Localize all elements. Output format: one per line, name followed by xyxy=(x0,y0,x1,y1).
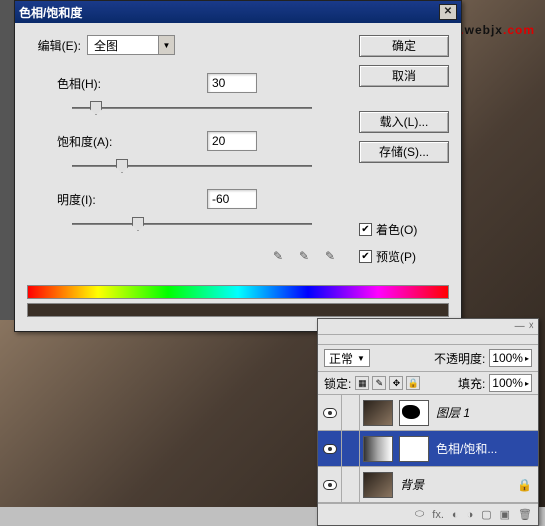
fill-input[interactable]: 100%▸ xyxy=(489,374,532,392)
hue-spectrum-bar xyxy=(27,285,449,299)
visibility-toggle[interactable] xyxy=(318,431,342,466)
layer-row[interactable]: 图层 1 xyxy=(318,395,538,431)
close-icon[interactable]: ✕ xyxy=(439,4,457,20)
lock-icon: 🔒 xyxy=(517,478,532,492)
panel-header[interactable]: — ☓ xyxy=(318,319,538,335)
mask-thumbnail[interactable] xyxy=(399,436,429,462)
lightness-slider[interactable] xyxy=(72,215,312,233)
fill-label: 填充: xyxy=(458,375,485,392)
dialog-title: 色相/饱和度 xyxy=(19,4,439,21)
adjustment-icon[interactable]: ◑ xyxy=(467,509,474,521)
dialog-titlebar[interactable]: 色相/饱和度 ✕ xyxy=(15,1,461,23)
opacity-label: 不透明度: xyxy=(434,350,485,367)
saturation-label: 饱和度(A): xyxy=(57,133,207,150)
eye-icon xyxy=(323,444,337,454)
lightness-input[interactable] xyxy=(207,189,257,209)
lock-label: 锁定: xyxy=(324,375,351,392)
visibility-toggle[interactable] xyxy=(318,467,342,502)
edit-combobox[interactable]: 全图 ▼ xyxy=(87,35,175,55)
folder-icon[interactable]: ▢ xyxy=(481,508,491,521)
slider-thumb[interactable] xyxy=(116,159,128,173)
saturation-input[interactable] xyxy=(207,131,257,151)
mask-icon[interactable]: ◐ xyxy=(452,509,459,521)
saturation-slider[interactable] xyxy=(72,157,312,175)
panel-footer: ⬭ fx. ◐ ◑ ▢ ▣ 🗑 xyxy=(318,503,538,525)
colorize-checkbox[interactable]: ✔ xyxy=(359,223,372,236)
result-spectrum-bar xyxy=(27,303,449,317)
layer-row[interactable]: 色相/饱和... xyxy=(318,431,538,467)
link-column[interactable] xyxy=(342,431,360,466)
layer-thumbnail[interactable] xyxy=(363,400,393,426)
hue-input[interactable] xyxy=(207,73,257,93)
hue-slider[interactable] xyxy=(72,99,312,117)
trash-icon[interactable]: 🗑 xyxy=(518,508,532,521)
ok-button[interactable]: 确定 xyxy=(359,35,449,57)
colorize-label: 着色(O) xyxy=(376,221,417,238)
chevron-down-icon[interactable]: ▼ xyxy=(158,36,174,54)
slider-thumb[interactable] xyxy=(90,101,102,115)
lock-position-icon[interactable]: ✥ xyxy=(389,376,403,390)
load-button[interactable]: 载入(L)... xyxy=(359,111,449,133)
slider-thumb[interactable] xyxy=(132,217,144,231)
hue-label: 色相(H): xyxy=(57,75,207,92)
visibility-toggle[interactable] xyxy=(318,395,342,430)
preview-checkbox[interactable]: ✔ xyxy=(359,250,372,263)
mask-thumbnail[interactable] xyxy=(399,400,429,426)
layer-name: 色相/饱和... xyxy=(436,440,497,457)
layer-thumbnail[interactable] xyxy=(363,472,393,498)
cancel-button[interactable]: 取消 xyxy=(359,65,449,87)
chevron-down-icon: ▼ xyxy=(357,354,365,363)
hue-saturation-dialog: 色相/饱和度 ✕ 编辑(E): 全图 ▼ 色相(H): xyxy=(14,0,462,332)
link-layers-icon[interactable]: ⬭ xyxy=(415,508,424,521)
panel-tabs[interactable] xyxy=(318,335,538,345)
layers-panel: — ☓ 正常 ▼ 不透明度: 100%▸ 锁定: ▦ ✎ ✥ 🔒 填充: 100… xyxy=(317,318,539,526)
minimize-icon[interactable]: — xyxy=(515,321,525,332)
layer-row[interactable]: 背景 🔒 xyxy=(318,467,538,503)
preview-label: 预览(P) xyxy=(376,248,416,265)
blend-mode-select[interactable]: 正常 ▼ xyxy=(324,349,370,367)
link-column[interactable] xyxy=(342,467,360,502)
layer-name: 背景 xyxy=(400,476,424,493)
eyedropper-add-icon[interactable]: ✎ xyxy=(295,247,313,265)
adjustment-thumbnail[interactable] xyxy=(363,436,393,462)
edit-label: 编辑(E): xyxy=(27,37,81,54)
eyedropper-subtract-icon[interactable]: ✎ xyxy=(321,247,339,265)
fx-icon[interactable]: fx. xyxy=(432,509,444,521)
lightness-label: 明度(I): xyxy=(57,191,207,208)
close-icon[interactable]: ☓ xyxy=(529,321,534,332)
save-button[interactable]: 存储(S)... xyxy=(359,141,449,163)
new-layer-icon[interactable]: ▣ xyxy=(500,508,510,521)
lock-paint-icon[interactable]: ✎ xyxy=(372,376,386,390)
opacity-input[interactable]: 100%▸ xyxy=(489,349,532,367)
link-column[interactable] xyxy=(342,395,360,430)
eye-icon xyxy=(323,480,337,490)
canvas-edge xyxy=(0,0,14,320)
layer-name: 图层 1 xyxy=(436,404,470,421)
lock-all-icon[interactable]: 🔒 xyxy=(406,376,420,390)
eye-icon xyxy=(323,408,337,418)
eyedropper-icon[interactable]: ✎ xyxy=(269,247,287,265)
lock-transparency-icon[interactable]: ▦ xyxy=(355,376,369,390)
layer-list: 图层 1 色相/饱和... 背景 🔒 xyxy=(318,395,538,503)
